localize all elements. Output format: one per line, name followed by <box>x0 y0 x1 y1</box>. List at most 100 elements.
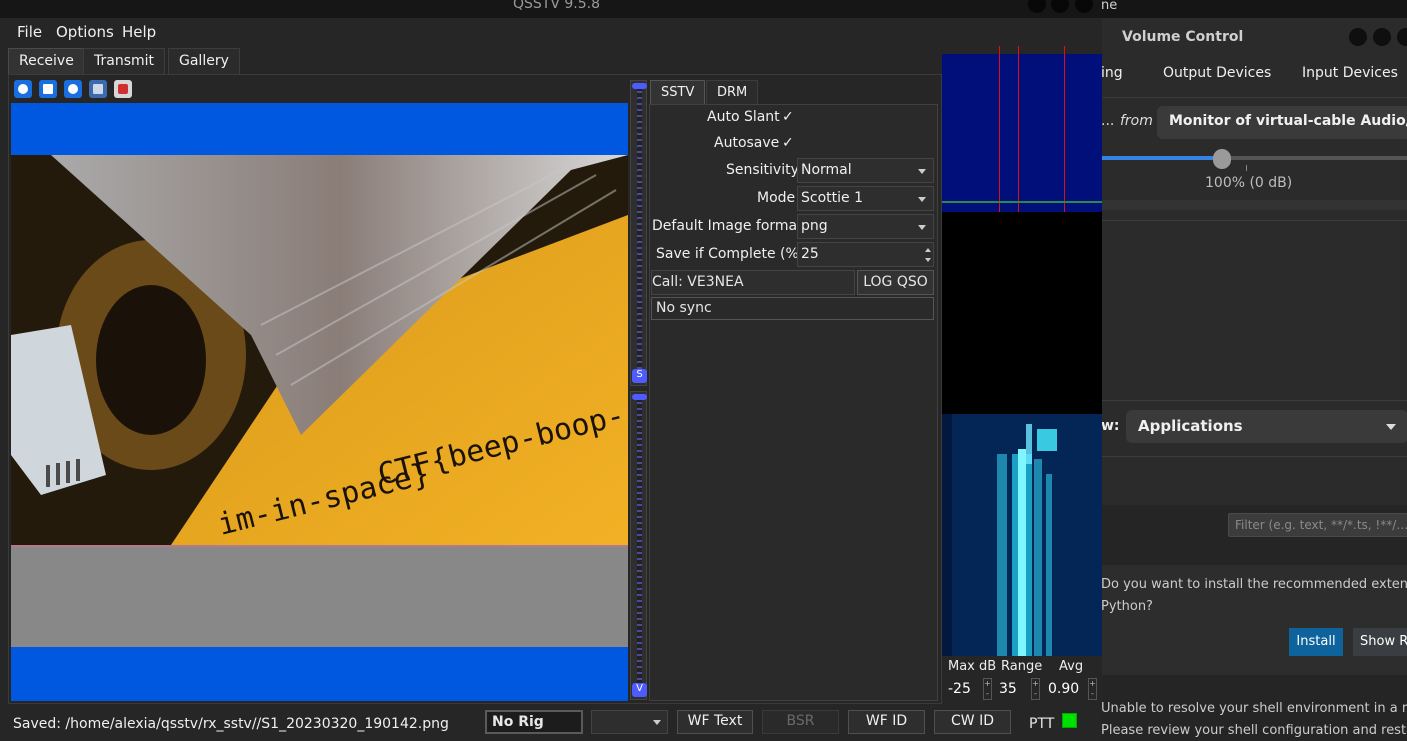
stop-icon[interactable] <box>39 80 57 98</box>
slider-handle[interactable]: S <box>632 369 647 383</box>
marker-line <box>1064 46 1065 212</box>
menu-file[interactable]: File <box>17 23 42 41</box>
device-selector[interactable]: Monitor of virtual-cable Audio/Sink <box>1157 106 1407 139</box>
sync-slider[interactable]: S <box>630 80 647 386</box>
save-icon[interactable] <box>89 80 107 98</box>
callsign-text: Call: VE3NEA <box>652 274 744 290</box>
tab-input-devices[interactable]: Input Devices <box>1302 65 1398 81</box>
tab-sstv[interactable]: SSTV <box>650 80 706 104</box>
ptt-label: PTT <box>1029 716 1055 732</box>
maximize-button[interactable] <box>1051 0 1069 13</box>
mode-value: Scottie 1 <box>801 190 863 206</box>
slider-rail <box>637 85 642 381</box>
avg-spinner[interactable]: + - <box>1088 678 1097 700</box>
volume-100-tick <box>1246 165 1247 171</box>
chevron-down-icon <box>653 720 661 725</box>
volume-label: 100% (0 dB) <box>1205 175 1293 191</box>
tab-output-devices[interactable]: Output Devices <box>1163 65 1271 81</box>
menu-options[interactable]: Options <box>56 23 114 41</box>
sensitivity-select[interactable]: Normal <box>797 158 934 183</box>
eraser-icon[interactable] <box>114 80 132 98</box>
show-recommendations-button[interactable]: Show Re <box>1353 628 1407 656</box>
range-spinner[interactable]: + - <box>1031 678 1040 700</box>
avg-label: Avg <box>1059 659 1084 674</box>
range-value[interactable]: 35 <box>999 681 1017 697</box>
show-filter-select[interactable]: Applications <box>1126 410 1407 443</box>
autosave-checkbox[interactable]: ✓ <box>782 135 794 151</box>
spin-down-icon[interactable] <box>925 258 931 262</box>
qsstv-window: File Options Help Receive Transmit Galle… <box>0 18 1102 741</box>
show-separator <box>1095 400 1407 401</box>
notification-text-line2: Python? <box>1101 599 1153 614</box>
spectrum-display <box>942 46 1102 212</box>
image-format-label: Default Image format <box>652 218 803 234</box>
sync-status: No sync <box>651 297 934 320</box>
marker-line <box>999 46 1000 212</box>
tab-playback[interactable]: ing <box>1101 65 1123 81</box>
menu-help[interactable]: Help <box>122 23 156 41</box>
stream-name-ellipsis: ... <box>1101 113 1115 129</box>
background-title-strip: ne <box>1095 0 1407 18</box>
desktop: ne Volume Control ing Output Devices Inp… <box>0 0 1407 741</box>
image-format-value: png <box>801 218 828 234</box>
mode-label: Mode <box>757 190 796 206</box>
volume-slider[interactable]: V <box>630 391 647 700</box>
rig-status: No Rig <box>485 710 583 734</box>
status-bar: Saved: /home/alexia/qsstv/rx_sstv//S1_20… <box>0 704 1102 741</box>
start-icon[interactable] <box>14 80 32 98</box>
bottom-separator <box>1095 456 1407 457</box>
resync-icon[interactable] <box>64 80 82 98</box>
close-button[interactable] <box>1075 0 1093 13</box>
tab-receive[interactable]: Receive <box>8 48 85 74</box>
slider-bottom-handle[interactable]: V <box>632 683 647 697</box>
show-filter-value: Applications <box>1138 417 1243 435</box>
sensitivity-value: Normal <box>801 162 852 178</box>
maxdb-spinner[interactable]: + - <box>983 678 992 700</box>
mode-select[interactable]: Scottie 1 <box>797 186 934 211</box>
log-qso-button[interactable]: LOG QSO <box>857 270 934 295</box>
bsr-button[interactable]: BSR <box>762 710 839 734</box>
rig-select[interactable] <box>591 710 668 734</box>
maxdb-value[interactable]: -25 <box>948 681 971 697</box>
image-format-select[interactable]: png <box>797 214 934 239</box>
save-complete-spinbox[interactable]: 25 <box>797 242 934 267</box>
chevron-down-icon <box>1386 424 1396 430</box>
callsign-field[interactable]: Call: VE3NEA <box>651 270 855 295</box>
tab-drm[interactable]: DRM <box>706 80 759 104</box>
save-complete-value: 25 <box>801 246 819 262</box>
avg-value[interactable]: 0.90 <box>1048 681 1079 697</box>
received-photo: im-in-space} CTF{beep-boop- <box>11 155 628 545</box>
qsstv-titlebar: QSSTV 9.5.8 <box>0 0 1102 18</box>
chevron-down-icon <box>918 169 926 174</box>
tab-transmit[interactable]: Transmit <box>83 48 166 74</box>
vscode-fragment: Filter (e.g. text, **/*.ts, !**/… Do you… <box>1095 505 1407 741</box>
chevron-down-icon <box>918 197 926 202</box>
volume-slider-knob[interactable] <box>1213 149 1231 169</box>
close-button[interactable] <box>1397 28 1407 46</box>
tab-gallery[interactable]: Gallery <box>168 48 240 74</box>
minimize-button[interactable] <box>1028 0 1046 13</box>
waterfall-display <box>942 414 1102 656</box>
auto-slant-label: Auto Slant <box>707 109 780 125</box>
wf-text-button[interactable]: WF Text <box>677 710 753 734</box>
notification-text-line1: Do you want to install the recommended e… <box>1101 577 1407 592</box>
install-button[interactable]: Install <box>1289 628 1343 656</box>
minimize-button[interactable] <box>1349 28 1367 46</box>
filter-input[interactable]: Filter (e.g. text, **/*.ts, !**/… <box>1228 513 1407 537</box>
slider-rail <box>637 396 642 695</box>
chevron-down-icon <box>918 225 926 230</box>
autosave-label: Autosave <box>714 135 780 151</box>
waterfall-controls: Max dB Range Avg -25 + - 35 + - 0.90 + - <box>942 656 1102 704</box>
range-label: Range <box>1001 659 1043 674</box>
show-label: w: <box>1101 418 1120 434</box>
wf-id-button[interactable]: WF ID <box>848 710 925 734</box>
saved-path: Saved: /home/alexia/qsstv/rx_sstv//S1_20… <box>13 716 449 732</box>
shell-error-line2: Please review your shell configuration a… <box>1101 723 1407 738</box>
rx-image: im-in-space} CTF{beep-boop- <box>11 103 628 701</box>
window-title: QSSTV 9.5.8 <box>513 0 600 12</box>
cw-id-button[interactable]: CW ID <box>934 710 1011 734</box>
maximize-button[interactable] <box>1373 28 1391 46</box>
spin-up-icon[interactable] <box>925 248 931 252</box>
auto-slant-checkbox[interactable]: ✓ <box>782 109 794 125</box>
save-complete-label: Save if Complete (%) <box>656 246 805 262</box>
